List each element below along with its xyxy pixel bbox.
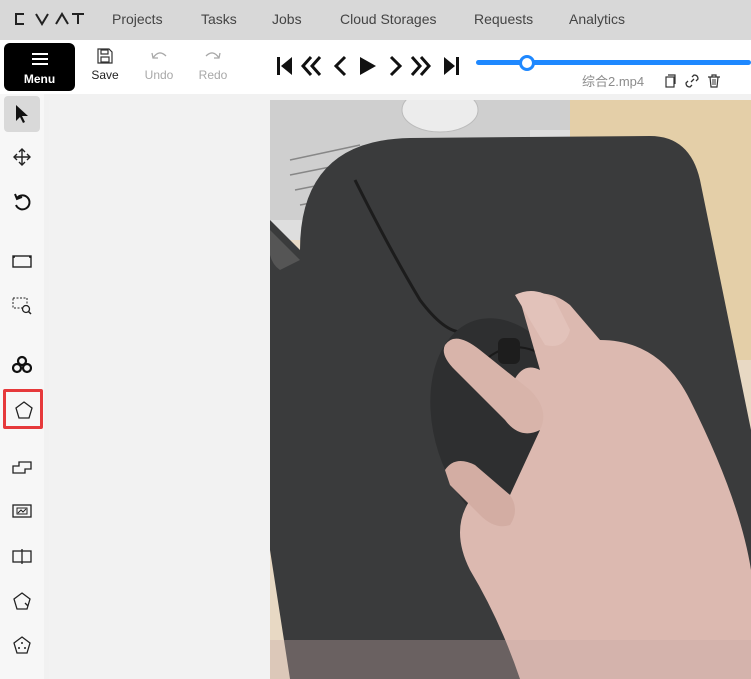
undo-button[interactable]: Undo [137, 48, 181, 88]
move-button[interactable] [4, 139, 40, 175]
player-toolbar: Menu Save Undo Redo 综合2.mp4 [0, 40, 751, 94]
merge-icon [13, 636, 31, 654]
undo-label: Undo [144, 68, 174, 82]
top-navigation: Projects Tasks Jobs Cloud Storages Reque… [0, 0, 751, 40]
nav-projects[interactable]: Projects [112, 11, 163, 27]
undo-icon [151, 52, 167, 59]
split-button[interactable] [4, 538, 40, 574]
redo-button[interactable]: Redo [191, 48, 235, 88]
cursor-icon [16, 105, 28, 123]
nav-jobs[interactable]: Jobs [272, 11, 302, 27]
rotate-button[interactable] [4, 184, 40, 220]
delete-icon[interactable] [707, 74, 721, 88]
frame-slider[interactable] [476, 55, 751, 71]
slider-handle[interactable] [519, 55, 535, 71]
last-frame-icon[interactable] [440, 54, 462, 78]
next-frame-icon[interactable] [384, 54, 406, 78]
draw-polygon-button[interactable] [3, 389, 43, 429]
redo-icon [205, 52, 221, 59]
ai-tools-button[interactable] [4, 346, 40, 382]
play-icon[interactable] [356, 54, 378, 78]
split-icon [12, 549, 32, 564]
back-fast-icon[interactable] [300, 54, 322, 78]
forward-fast-icon[interactable] [410, 54, 432, 78]
video-frame[interactable] [270, 100, 751, 679]
copy-icon[interactable] [663, 74, 677, 88]
nav-analytics[interactable]: Analytics [569, 11, 625, 27]
filename: 综合2.mp4 [582, 74, 645, 89]
group-icon [13, 592, 31, 610]
fit-image-icon [12, 255, 32, 268]
menu-button[interactable]: Menu [4, 43, 75, 91]
nav-requests[interactable]: Requests [474, 11, 533, 27]
cvat-logo[interactable] [14, 11, 84, 27]
menu-label: Menu [23, 72, 56, 86]
redo-label: Redo [198, 68, 228, 82]
save-button[interactable]: Save [83, 48, 127, 88]
move-icon [13, 148, 31, 166]
tag-button[interactable] [4, 493, 40, 529]
nav-cloud-storages[interactable]: Cloud Storages [340, 11, 437, 27]
previous-frame-icon[interactable] [330, 54, 352, 78]
tag-icon [12, 504, 32, 518]
cursor-button[interactable] [4, 96, 40, 132]
nav-tasks[interactable]: Tasks [201, 11, 237, 27]
video-frame-image [270, 100, 751, 679]
zoom-region-icon [12, 297, 32, 315]
merge-button[interactable] [4, 627, 40, 663]
first-frame-icon[interactable] [274, 54, 296, 78]
annotation-canvas[interactable] [49, 100, 751, 679]
rectangle-icon [12, 461, 32, 474]
link-icon[interactable] [685, 74, 699, 88]
group-button[interactable] [4, 583, 40, 619]
slider-track[interactable] [476, 60, 751, 65]
save-label: Save [91, 68, 119, 82]
draw-rectangle-button[interactable] [4, 449, 40, 485]
ai-tools-icon [12, 355, 32, 374]
polygon-icon [15, 401, 33, 419]
fit-image-button[interactable] [4, 243, 40, 279]
controls-sidebar [0, 94, 44, 679]
save-icon [97, 48, 113, 64]
rotate-icon [14, 193, 31, 211]
hamburger-icon [32, 53, 48, 65]
zoom-region-button[interactable] [4, 287, 40, 323]
